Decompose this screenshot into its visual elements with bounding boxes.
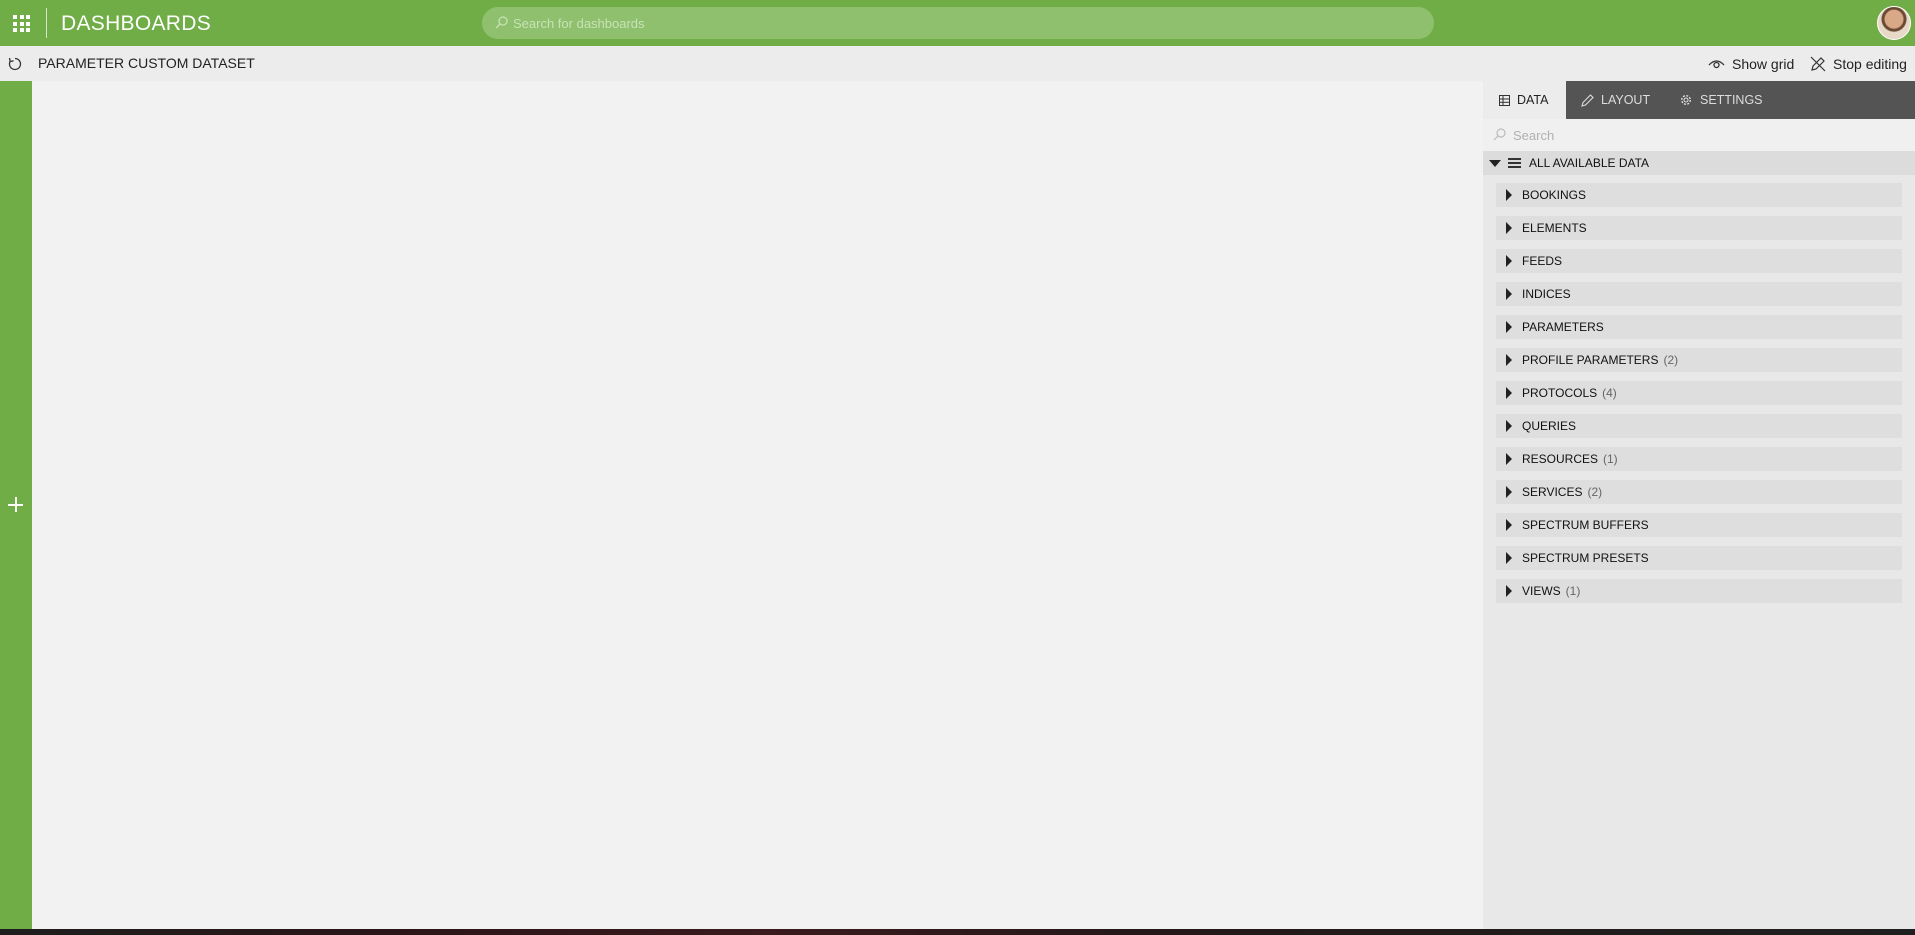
data-category-label: INDICES — [1522, 287, 1571, 301]
tab-settings-label: SETTINGS — [1700, 93, 1763, 107]
data-category-count: (4) — [1602, 386, 1617, 400]
dashboard-toolbar — [0, 46, 1915, 81]
data-category-count: (2) — [1663, 353, 1679, 367]
topbar-divider — [46, 8, 47, 38]
stop-editing-icon — [1810, 56, 1826, 72]
dashboard-search[interactable] — [482, 7, 1434, 39]
dashboard-search-input[interactable] — [513, 7, 1413, 39]
show-grid-label: Show grid — [1732, 56, 1795, 72]
tab-layout[interactable]: LAYOUT — [1581, 81, 1650, 119]
eye-icon — [1708, 60, 1725, 69]
caret-right-icon — [1506, 552, 1512, 564]
stop-editing-button[interactable]: Stop editing — [1810, 54, 1907, 74]
data-category-elements[interactable]: ELEMENTS — [1496, 216, 1902, 240]
data-category-label: FEEDS — [1522, 254, 1563, 268]
panel-tabs: DATA LAYOUT SETTINGS — [1483, 81, 1915, 119]
caret-right-icon — [1506, 420, 1512, 432]
caret-right-icon — [1506, 453, 1512, 465]
app-title[interactable]: DASHBOARDS — [61, 12, 211, 36]
data-category-list: BOOKINGS ELEMENTS FEEDS INDICES PARAMETE… — [1496, 183, 1902, 612]
data-category-spectrum-presets[interactable]: SPECTRUM PRESETS — [1496, 546, 1902, 570]
data-category-label: SERVICES — [1522, 485, 1583, 499]
dashboard-name: PARAMETER CUSTOM DATASET — [38, 55, 255, 71]
data-category-resources[interactable]: RESOURCES (1) — [1496, 447, 1902, 471]
pencil-icon — [1581, 93, 1594, 107]
data-category-views[interactable]: VIEWS (1) — [1496, 579, 1902, 603]
caret-right-icon — [1506, 222, 1512, 234]
caret-right-icon — [1506, 354, 1512, 366]
tab-data[interactable]: DATA — [1483, 81, 1566, 119]
data-category-count: (1) — [1603, 452, 1618, 466]
tab-data-label: DATA — [1517, 93, 1549, 107]
data-category-label: ELEMENTS — [1522, 221, 1587, 235]
tab-layout-label: LAYOUT — [1601, 93, 1651, 107]
data-category-services[interactable]: SERVICES (2) — [1496, 480, 1902, 504]
taskbar-edge — [0, 929, 1915, 935]
add-icon[interactable] — [8, 497, 23, 512]
caret-right-icon — [1506, 288, 1512, 300]
search-icon — [1493, 128, 1506, 141]
caret-right-icon — [1506, 387, 1512, 399]
data-category-label: RESOURCES — [1522, 452, 1599, 466]
all-available-data-label: ALL AVAILABLE DATA — [1529, 156, 1650, 170]
caret-right-icon — [1506, 519, 1512, 531]
data-category-bookings[interactable]: BOOKINGS — [1496, 183, 1902, 207]
data-category-label: SPECTRUM BUFFERS — [1522, 518, 1649, 532]
all-available-data-header[interactable]: ALL AVAILABLE DATA — [1483, 151, 1915, 175]
refresh-icon[interactable] — [7, 56, 23, 72]
data-category-indices[interactable]: INDICES — [1496, 282, 1902, 306]
data-category-count: (2) — [1587, 485, 1603, 499]
data-category-feeds[interactable]: FEEDS — [1496, 249, 1902, 273]
dashboard-canvas[interactable] — [32, 81, 1483, 929]
data-category-count: (1) — [1565, 584, 1581, 598]
avatar[interactable] — [1877, 6, 1911, 40]
data-category-label: PROFILE PARAMETERS — [1522, 353, 1659, 367]
data-search-input[interactable] — [1513, 119, 1903, 151]
data-category-spectrum-buffers[interactable]: SPECTRUM BUFFERS — [1496, 513, 1902, 537]
caret-right-icon — [1506, 585, 1512, 597]
data-category-label: BOOKINGS — [1522, 188, 1587, 202]
data-category-label: VIEWS — [1522, 584, 1561, 598]
data-category-queries[interactable]: QUERIES — [1496, 414, 1902, 438]
tab-settings[interactable]: SETTINGS — [1679, 81, 1763, 119]
caret-right-icon — [1506, 321, 1512, 333]
data-category-parameters[interactable]: PARAMETERS — [1496, 315, 1902, 339]
data-category-label: PARAMETERS — [1522, 320, 1604, 334]
data-category-label: QUERIES — [1522, 419, 1577, 433]
data-category-label: PROTOCOLS — [1522, 386, 1598, 400]
caret-down-icon — [1489, 159, 1501, 167]
apps-grid-icon[interactable] — [13, 15, 30, 32]
show-grid-button[interactable]: Show grid — [1708, 54, 1794, 74]
top-bar: DASHBOARDS — [0, 0, 1915, 46]
caret-right-icon — [1506, 255, 1512, 267]
table-icon — [1499, 94, 1510, 106]
data-category-profile-parameters[interactable]: PROFILE PARAMETERS (2) — [1496, 348, 1902, 372]
gear-icon — [1680, 94, 1692, 106]
data-category-protocols[interactable]: PROTOCOLS (4) — [1496, 381, 1902, 405]
edit-panel: DATA LAYOUT SETTINGS ALL AVAILABLE DATA — [1483, 81, 1915, 929]
data-search[interactable] — [1483, 119, 1915, 151]
caret-right-icon — [1506, 486, 1512, 498]
list-icon — [1508, 158, 1521, 168]
search-icon — [495, 16, 508, 29]
stop-editing-label: Stop editing — [1833, 56, 1907, 72]
caret-right-icon — [1506, 189, 1512, 201]
data-category-label: SPECTRUM PRESETS — [1522, 551, 1649, 565]
